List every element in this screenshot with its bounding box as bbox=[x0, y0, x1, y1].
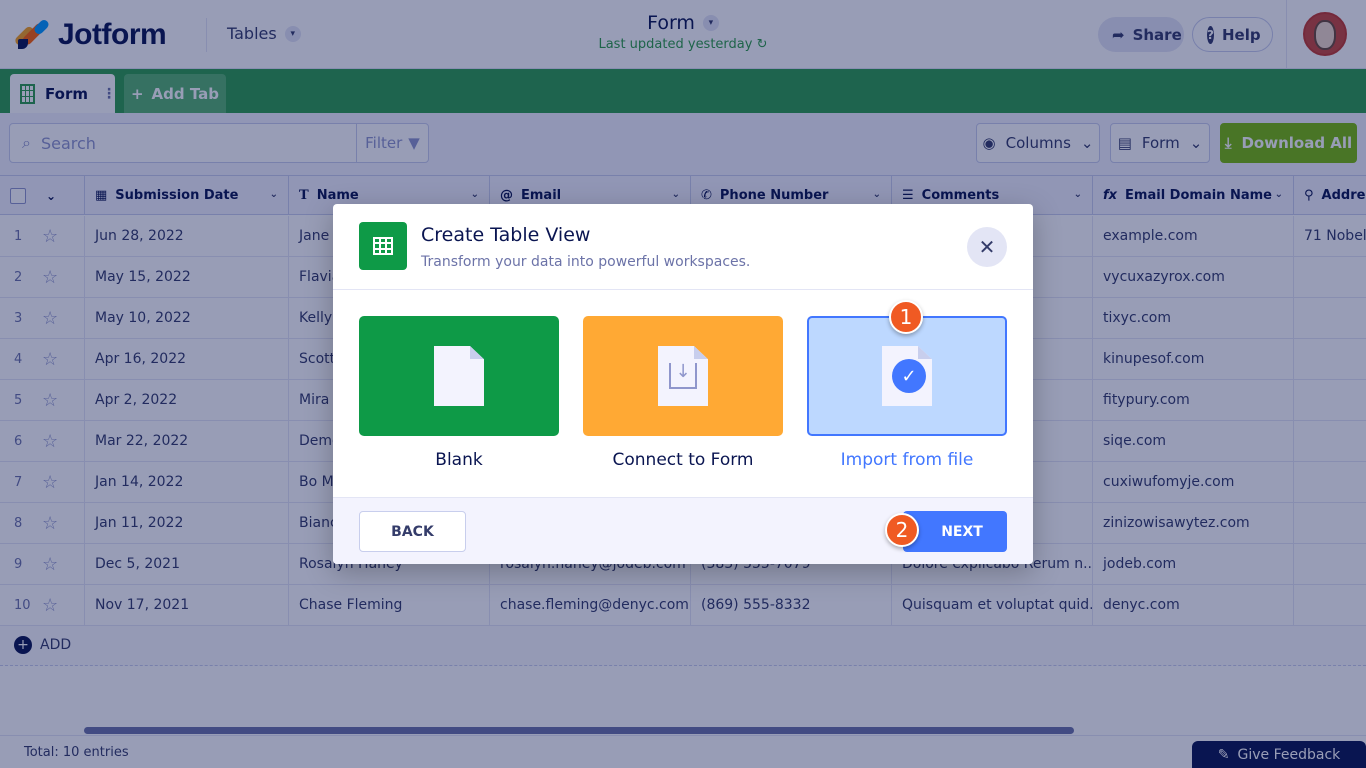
option-blank-card[interactable] bbox=[359, 316, 559, 436]
table-grid-icon bbox=[359, 222, 407, 270]
dialog-subtitle: Transform your data into powerful worksp… bbox=[421, 254, 751, 270]
step-badge-2: 2 bbox=[885, 513, 919, 547]
option-connect-form-card[interactable]: ↓ bbox=[583, 316, 783, 436]
back-button[interactable]: BACK bbox=[359, 511, 466, 552]
create-table-view-dialog: Create Table View Transform your data in… bbox=[333, 204, 1033, 564]
option-blank-label[interactable]: Blank bbox=[359, 450, 559, 470]
close-button[interactable]: ✕ bbox=[967, 227, 1007, 267]
close-icon: ✕ bbox=[978, 235, 996, 259]
option-import-file-label[interactable]: Import from file bbox=[807, 450, 1007, 470]
step-badge-1: 1 bbox=[889, 300, 923, 334]
option-connect-form-label[interactable]: Connect to Form bbox=[583, 450, 783, 470]
dialog-footer: BACK NEXT bbox=[333, 497, 1033, 564]
dialog-title: Create Table View bbox=[421, 224, 591, 246]
blank-document-icon bbox=[434, 346, 484, 406]
dialog-header: Create Table View Transform your data in… bbox=[333, 204, 1033, 290]
option-import-file-card[interactable]: ✓ bbox=[807, 316, 1007, 436]
connect-download-document-icon: ↓ bbox=[658, 346, 708, 406]
checkmark-icon: ✓ bbox=[892, 359, 926, 393]
